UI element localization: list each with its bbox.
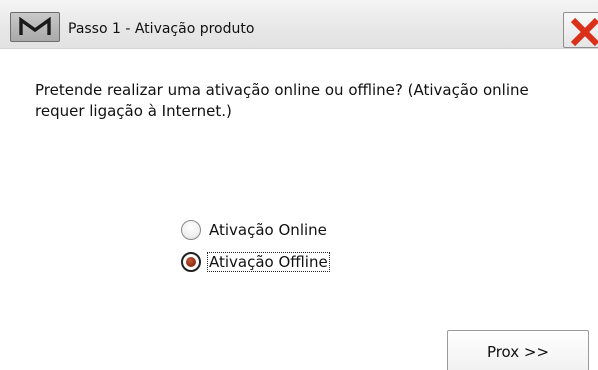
title-bar: Passo 1 - Ativação produto	[0, 0, 598, 49]
next-button[interactable]: Prox >>	[447, 330, 589, 370]
activation-prompt: Pretende realizar uma ativação online ou…	[35, 81, 529, 120]
radio-dot-icon	[186, 257, 196, 267]
radio-circle-unchecked-icon[interactable]	[181, 220, 201, 240]
radio-offline-activation[interactable]: Ativação Offline	[181, 250, 330, 274]
radio-label-offline[interactable]: Ativação Offline	[207, 252, 330, 272]
radio-label-online[interactable]: Ativação Online	[208, 221, 328, 239]
activation-window: Passo 1 - Ativação produto Pretende real…	[0, 0, 598, 370]
close-button[interactable]	[563, 12, 598, 48]
window-title: Passo 1 - Ativação produto	[68, 21, 255, 37]
close-x-icon	[570, 18, 598, 46]
radio-circle-checked-icon[interactable]	[181, 252, 201, 272]
radio-online-activation[interactable]: Ativação Online	[181, 218, 328, 242]
m-logo-icon[interactable]	[10, 12, 60, 42]
